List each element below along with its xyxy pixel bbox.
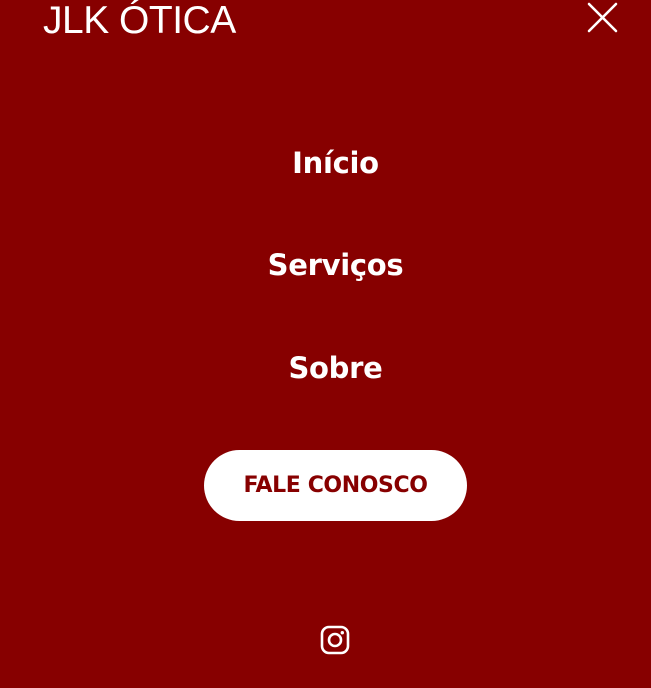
nav-item-servicos[interactable]: Serviços [0,247,651,283]
close-menu-button[interactable] [583,0,623,36]
instagram-link[interactable] [319,624,351,656]
nav-item-sobre[interactable]: Sobre [0,350,651,386]
brand-logo[interactable]: JLK ÓTICA [43,0,236,43]
contact-button[interactable]: FALE CONOSCO [204,450,467,521]
nav-item-inicio[interactable]: Início [0,145,651,181]
contact-button-label: FALE CONOSCO [243,473,428,498]
close-icon [587,2,618,33]
instagram-icon [320,625,350,655]
